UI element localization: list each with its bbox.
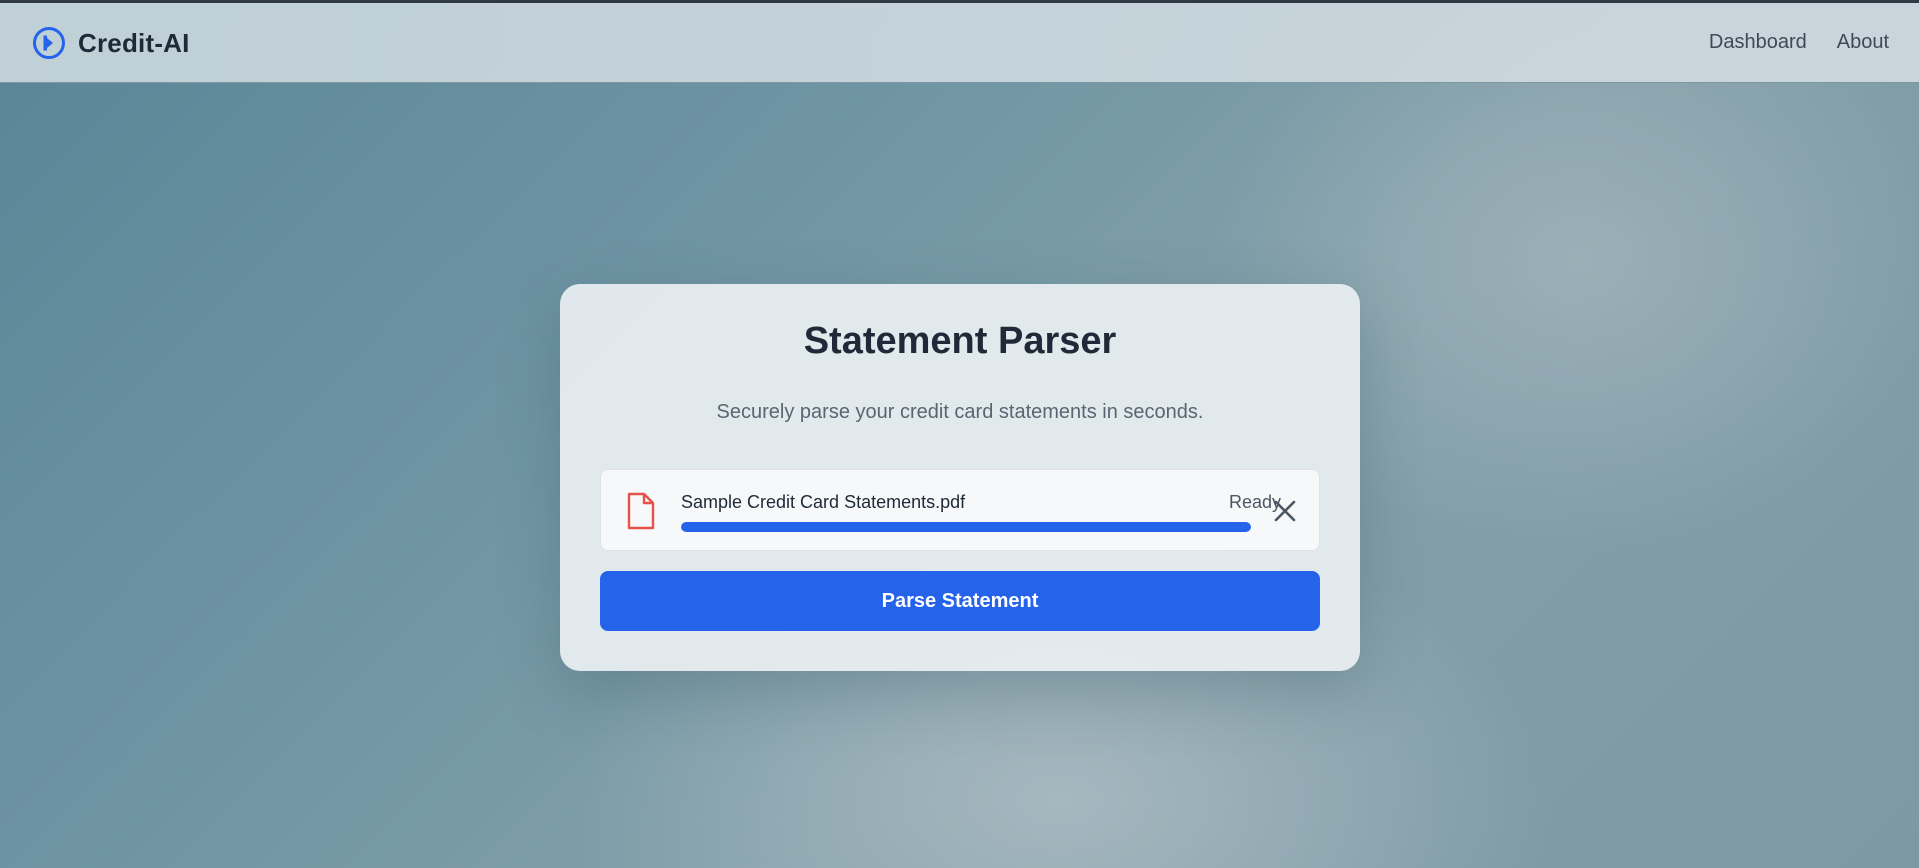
upload-progress-fill	[681, 522, 1251, 532]
brand-name: Credit-AI	[78, 27, 190, 58]
file-status: Ready	[1228, 492, 1281, 512]
file-name: Sample Credit Card Statements.pdf	[681, 492, 966, 512]
nav-link-about[interactable]: About	[1837, 31, 1889, 54]
brand[interactable]: Credit-AI	[32, 25, 190, 61]
remove-file-button[interactable]	[1271, 497, 1299, 525]
parser-card: Statement Parser Securely parse your cre…	[560, 284, 1360, 671]
page-subtitle: Securely parse your credit card statemen…	[716, 401, 1204, 423]
nav-links: Dashboard About	[1709, 31, 1889, 54]
document-icon	[627, 492, 655, 530]
page-title: Statement Parser	[803, 320, 1117, 362]
close-icon	[1274, 500, 1296, 522]
navbar: Credit-AI Dashboard About	[0, 3, 1919, 83]
uploaded-file-row: Sample Credit Card Statements.pdf Ready	[600, 469, 1320, 551]
upload-progress-bar	[681, 522, 1251, 532]
parse-statement-button[interactable]: Parse Statement	[600, 571, 1320, 631]
nav-link-dashboard[interactable]: Dashboard	[1709, 31, 1807, 54]
logo-icon	[33, 27, 65, 59]
